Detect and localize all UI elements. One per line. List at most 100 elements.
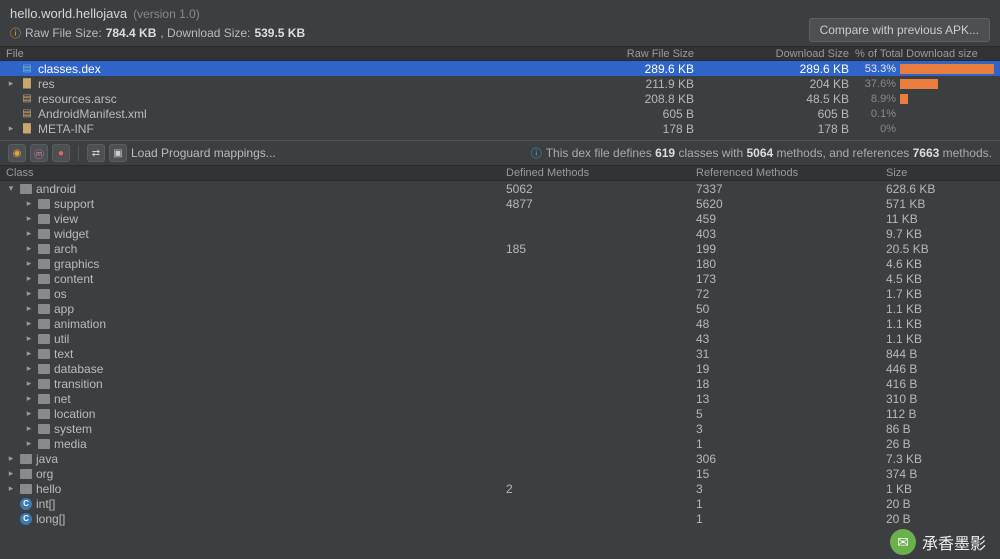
expand-icon[interactable]: ▸ bbox=[6, 123, 16, 134]
file-row[interactable]: ▤AndroidManifest.xml605 B605 B0.1% bbox=[0, 106, 1000, 121]
download-size: 48.5 KB bbox=[700, 92, 855, 106]
package-icon bbox=[38, 349, 50, 359]
expand-icon[interactable]: ▾ bbox=[6, 183, 16, 194]
class-name: graphics bbox=[54, 257, 99, 271]
download-size: 204 KB bbox=[700, 77, 855, 91]
expand-icon[interactable]: ▸ bbox=[24, 258, 34, 269]
class-size: 628.6 KB bbox=[880, 182, 1000, 196]
referenced-methods: 3 bbox=[690, 482, 880, 496]
expand-icon[interactable]: ▸ bbox=[24, 228, 34, 239]
class-row[interactable]: ▸app501.1 KB bbox=[0, 301, 1000, 316]
expand-icon[interactable]: ▸ bbox=[24, 273, 34, 284]
expand-icon[interactable]: ▸ bbox=[24, 408, 34, 419]
referenced-methods: 1 bbox=[690, 497, 880, 511]
dex-summary: ⓘ This dex file defines 619 classes with… bbox=[531, 145, 992, 161]
expand-icon[interactable]: ▸ bbox=[24, 288, 34, 299]
referenced-methods: 180 bbox=[690, 257, 880, 271]
class-name: database bbox=[54, 362, 103, 376]
package-icon bbox=[38, 379, 50, 389]
class-size: 1.7 KB bbox=[880, 287, 1000, 301]
class-row[interactable]: ▸content1734.5 KB bbox=[0, 271, 1000, 286]
class-size: 1.1 KB bbox=[880, 332, 1000, 346]
expand-icon[interactable]: ▸ bbox=[24, 333, 34, 344]
file-row[interactable]: ▤classes.dex289.6 KB289.6 KB53.3% bbox=[0, 61, 1000, 76]
package-icon bbox=[38, 364, 50, 374]
col-referenced[interactable]: Referenced Methods bbox=[690, 167, 880, 179]
class-row[interactable]: ▸database19446 B bbox=[0, 361, 1000, 376]
class-icon: C bbox=[20, 513, 32, 525]
class-size: 11 KB bbox=[880, 212, 1000, 226]
file-row[interactable]: ▸▇res211.9 KB204 KB37.6% bbox=[0, 76, 1000, 91]
expand-icon[interactable]: ▸ bbox=[24, 198, 34, 209]
class-row[interactable]: ▸system386 B bbox=[0, 421, 1000, 436]
referenced-methods: 173 bbox=[690, 272, 880, 286]
expand-icon[interactable]: ▸ bbox=[6, 468, 16, 479]
folder-icon: ▇ bbox=[20, 123, 34, 135]
expand-icon[interactable]: ▸ bbox=[24, 303, 34, 314]
file-name: META-INF bbox=[38, 122, 94, 136]
col-class[interactable]: Class bbox=[0, 167, 500, 179]
watermark: ✉ 承香墨影 bbox=[886, 527, 990, 557]
compare-apk-button[interactable]: Compare with previous APK... bbox=[809, 18, 990, 42]
class-row[interactable]: ▾android50627337628.6 KB bbox=[0, 181, 1000, 196]
expand-icon[interactable]: ▸ bbox=[24, 378, 34, 389]
dex-toolbar: ◉ ⓜ ● ⇄ ▣ Load Proguard mappings... ⓘ Th… bbox=[0, 140, 1000, 166]
expand-icon[interactable]: ▸ bbox=[24, 423, 34, 434]
class-name: location bbox=[54, 407, 95, 421]
class-row[interactable]: Cint[]120 B bbox=[0, 496, 1000, 511]
class-row[interactable]: ▸view45911 KB bbox=[0, 211, 1000, 226]
referenced-methods: 459 bbox=[690, 212, 880, 226]
expand-icon[interactable]: ▸ bbox=[24, 318, 34, 329]
class-name: app bbox=[54, 302, 74, 316]
class-row[interactable]: ▸location5112 B bbox=[0, 406, 1000, 421]
expand-icon[interactable]: ▸ bbox=[6, 78, 16, 89]
class-row[interactable]: ▸media126 B bbox=[0, 436, 1000, 451]
referenced-methods: 1 bbox=[690, 437, 880, 451]
toolbar-btn-1[interactable]: ◉ bbox=[8, 144, 26, 162]
col-size[interactable]: Size bbox=[880, 167, 1000, 179]
load-proguard-link[interactable]: Load Proguard mappings... bbox=[131, 146, 276, 160]
expand-icon[interactable]: ▸ bbox=[24, 348, 34, 359]
toolbar-btn-2[interactable]: ⓜ bbox=[30, 144, 48, 162]
expand-icon[interactable]: ▸ bbox=[24, 438, 34, 449]
class-row[interactable]: ▸hello231 KB bbox=[0, 481, 1000, 496]
col-file[interactable]: File bbox=[0, 48, 500, 60]
info-icon: ⓘ bbox=[531, 145, 542, 161]
expand-icon[interactable]: ▸ bbox=[24, 213, 34, 224]
toolbar-btn-4[interactable]: ⇄ bbox=[87, 144, 105, 162]
class-row[interactable]: ▸animation481.1 KB bbox=[0, 316, 1000, 331]
package-icon bbox=[38, 319, 50, 329]
class-table-header: Class Defined Methods Referenced Methods… bbox=[0, 166, 1000, 181]
file-row[interactable]: ▸▇META-INF178 B178 B0% bbox=[0, 121, 1000, 136]
class-name: arch bbox=[54, 242, 77, 256]
class-row[interactable]: ▸transition18416 B bbox=[0, 376, 1000, 391]
class-row[interactable]: ▸support48775620571 KB bbox=[0, 196, 1000, 211]
class-row[interactable]: ▸org15374 B bbox=[0, 466, 1000, 481]
toolbar-btn-5[interactable]: ▣ bbox=[109, 144, 127, 162]
expand-icon[interactable]: ▸ bbox=[6, 453, 16, 464]
class-row[interactable]: ▸util431.1 KB bbox=[0, 331, 1000, 346]
toolbar-btn-3[interactable]: ● bbox=[52, 144, 70, 162]
col-percent[interactable]: % of Total Download size bbox=[855, 48, 1000, 60]
apk-header: hello.world.hellojava (version 1.0) ⓘ Ra… bbox=[0, 0, 1000, 46]
percent: 8.9% bbox=[855, 93, 900, 105]
expand-icon[interactable]: ▸ bbox=[24, 243, 34, 254]
class-row[interactable]: ▸widget4039.7 KB bbox=[0, 226, 1000, 241]
expand-icon[interactable]: ▸ bbox=[6, 483, 16, 494]
class-row[interactable]: ▸arch18519920.5 KB bbox=[0, 241, 1000, 256]
class-row[interactable]: ▸text31844 B bbox=[0, 346, 1000, 361]
expand-icon[interactable]: ▸ bbox=[24, 363, 34, 374]
class-row[interactable]: ▸graphics1804.6 KB bbox=[0, 256, 1000, 271]
expand-icon[interactable]: ▸ bbox=[24, 393, 34, 404]
col-download-size[interactable]: Download Size bbox=[700, 48, 855, 60]
class-row[interactable]: ▸os721.7 KB bbox=[0, 286, 1000, 301]
col-raw-size[interactable]: Raw File Size bbox=[500, 48, 700, 60]
file-row[interactable]: ▤resources.arsc208.8 KB48.5 KB8.9% bbox=[0, 91, 1000, 106]
referenced-methods: 31 bbox=[690, 347, 880, 361]
class-row[interactable]: ▸net13310 B bbox=[0, 391, 1000, 406]
class-row[interactable]: ▸java3067.3 KB bbox=[0, 451, 1000, 466]
class-row[interactable]: Clong[]120 B bbox=[0, 511, 1000, 526]
col-defined[interactable]: Defined Methods bbox=[500, 167, 690, 179]
package-icon bbox=[38, 199, 50, 209]
package-icon bbox=[20, 454, 32, 464]
